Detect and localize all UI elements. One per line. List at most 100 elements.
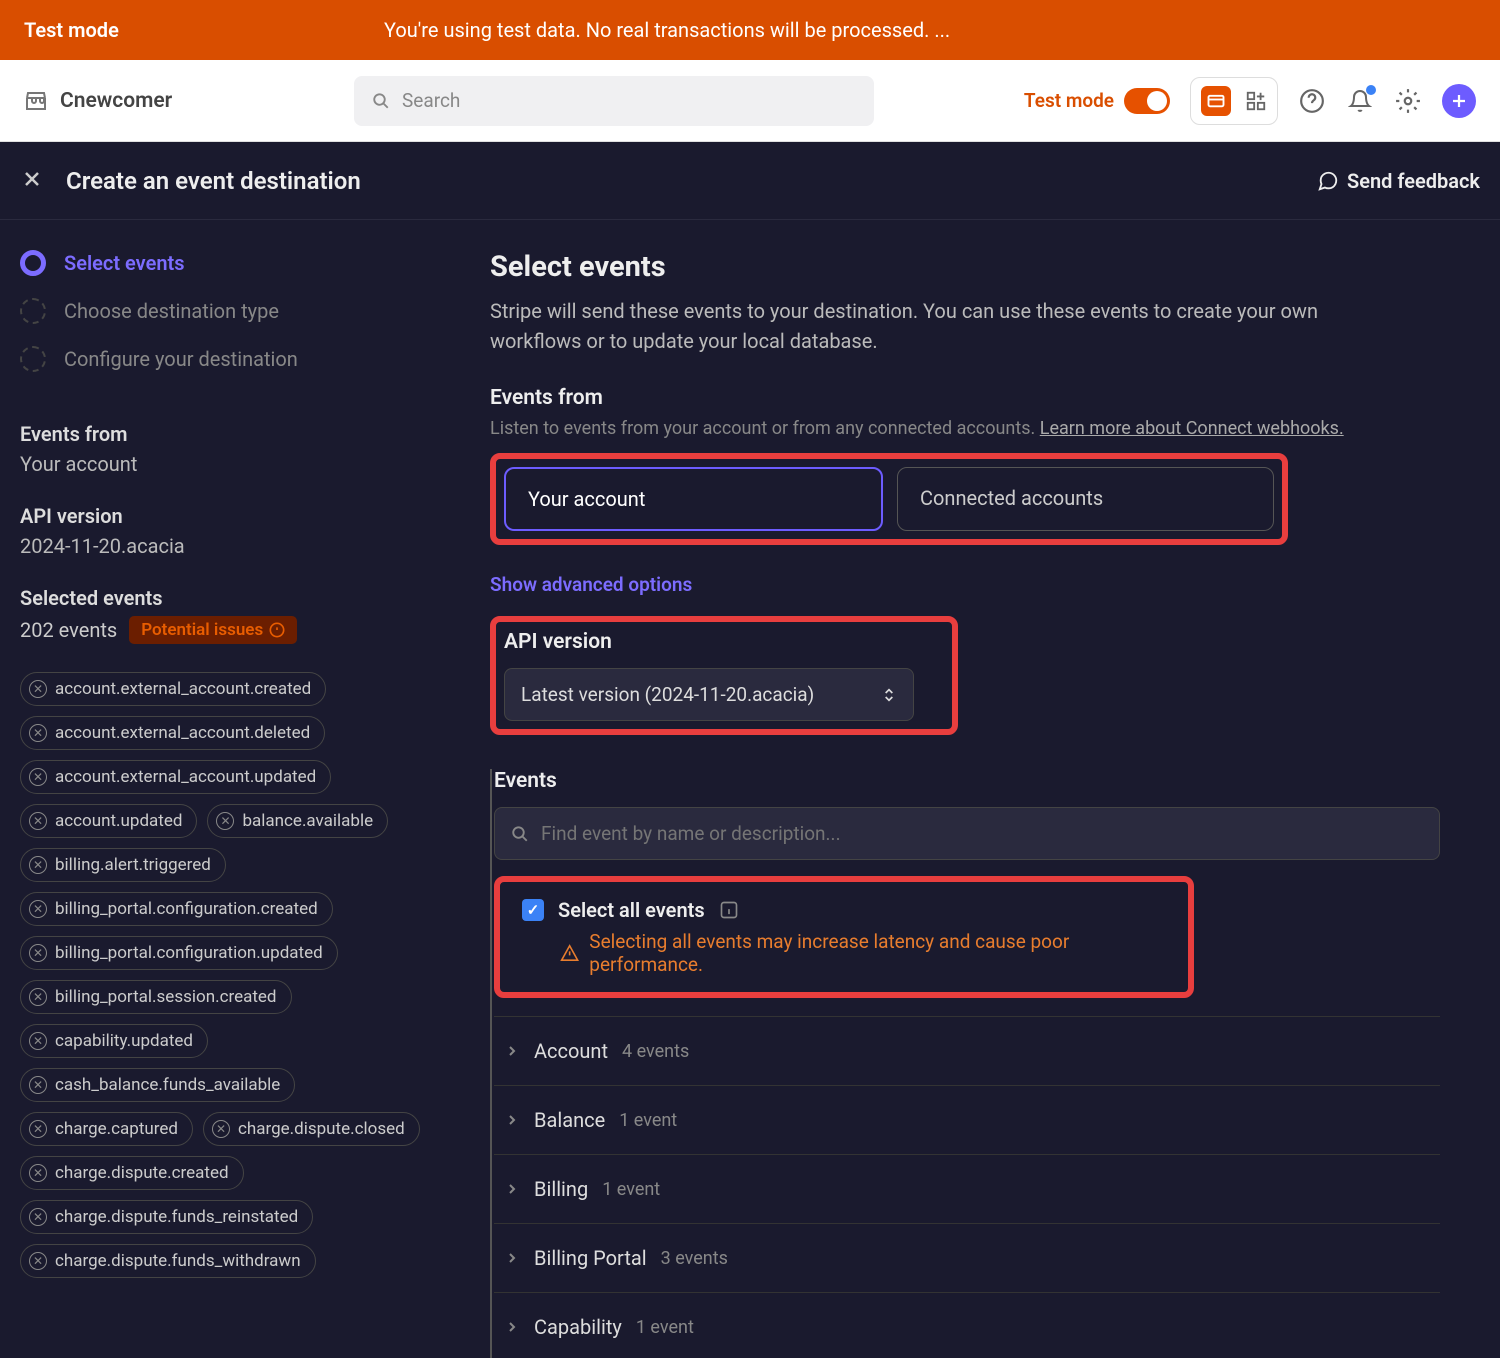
category-row[interactable]: Account 4 events: [494, 1016, 1440, 1086]
event-chip[interactable]: ✕ capability.updated: [20, 1024, 208, 1058]
category-row[interactable]: Capability1 event: [494, 1293, 1440, 1358]
chevron-right-icon: [504, 1043, 520, 1059]
summary-label: Selected events: [20, 586, 470, 610]
stepper: Select events Choose destination type Co…: [20, 250, 470, 372]
help-button[interactable]: [1298, 87, 1326, 115]
api-version-select[interactable]: Latest version (2024-11-20.acacia): [504, 668, 914, 721]
category-count: 3 events: [661, 1248, 728, 1269]
event-chip[interactable]: ✕billing_portal.configuration.created: [20, 892, 333, 926]
event-chip[interactable]: ✕ billing_portal.configuration.updated: [20, 936, 338, 970]
remove-chip-icon[interactable]: ✕: [29, 1120, 47, 1138]
banner-message: You're using test data. No real transact…: [384, 18, 950, 42]
events-section-label: Events: [494, 769, 1440, 793]
category-row[interactable]: Billing Portal3 events: [494, 1224, 1440, 1293]
notification-dot: [1366, 85, 1376, 95]
close-button[interactable]: [20, 167, 48, 195]
topbar: Cnewcomer Search Test mode: [0, 60, 1500, 142]
summary-selected-events: Selected events 202 events Potential iss…: [20, 586, 470, 644]
api-version-label: API version: [504, 630, 944, 654]
event-chip[interactable]: ✕charge.dispute.funds_withdrawn: [20, 1244, 316, 1278]
notifications-button[interactable]: [1346, 87, 1374, 115]
api-version-value: Latest version (2024-11-20.acacia): [521, 683, 814, 706]
highlight-api-version: API version Latest version (2024-11-20.a…: [490, 616, 958, 735]
banner-title: Test mode: [24, 18, 384, 42]
remove-chip-icon[interactable]: ✕: [216, 812, 234, 830]
event-chip[interactable]: ✕ cash_balance.funds_available: [20, 1068, 295, 1102]
card-icon: [1201, 86, 1231, 116]
step-select-events[interactable]: Select events: [20, 250, 470, 276]
feedback-label: Send feedback: [1347, 169, 1480, 193]
select-all-checkbox[interactable]: ✓: [522, 899, 544, 921]
plus-icon: [1450, 92, 1468, 110]
remove-chip-icon[interactable]: ✕: [29, 900, 47, 918]
updown-icon: [881, 687, 897, 703]
category-count: 1 event: [619, 1110, 677, 1131]
toggle-switch[interactable]: [1124, 88, 1170, 114]
remove-chip-icon[interactable]: ✕: [29, 1252, 47, 1270]
segment-connected-accounts[interactable]: Connected accounts: [897, 467, 1274, 531]
event-chip[interactable]: ✕charge.dispute.closed: [203, 1112, 420, 1146]
category-count: 1 event: [636, 1317, 694, 1338]
category-row[interactable]: Billing1 event: [494, 1155, 1440, 1224]
event-chip[interactable]: ✕charge.dispute.created: [20, 1156, 244, 1190]
view-switcher[interactable]: [1190, 77, 1278, 125]
remove-chip-icon[interactable]: ✕: [29, 856, 47, 874]
event-chip[interactable]: ✕account.updated: [20, 804, 197, 838]
event-chip[interactable]: ✕account.external_account.updated: [20, 760, 331, 794]
category-count: 4 events: [622, 1041, 689, 1062]
remove-chip-icon[interactable]: ✕: [29, 944, 47, 962]
testmode-toggle[interactable]: Test mode: [1024, 88, 1170, 114]
remove-chip-icon[interactable]: ✕: [29, 680, 47, 698]
event-chip[interactable]: ✕ balance.available: [207, 804, 388, 838]
search-icon: [511, 825, 529, 843]
main-heading: Select events: [490, 250, 1440, 284]
learn-more-link[interactable]: Learn more about Connect webhooks.: [1040, 418, 1344, 439]
remove-chip-icon[interactable]: ✕: [29, 1164, 47, 1182]
info-icon[interactable]: [719, 900, 739, 920]
step-label: Select events: [64, 251, 185, 275]
search-placeholder: Search: [402, 89, 460, 112]
send-feedback-button[interactable]: Send feedback: [1317, 169, 1480, 193]
show-advanced-link[interactable]: Show advanced options: [490, 573, 1440, 596]
chip-label: capability.updated: [55, 1031, 193, 1051]
remove-chip-icon[interactable]: ✕: [29, 724, 47, 742]
step-label: Choose destination type: [64, 299, 279, 323]
events-search[interactable]: [494, 807, 1440, 860]
help-icon: [1299, 88, 1325, 114]
event-chip[interactable]: ✕ charge.dispute.funds_reinstated: [20, 1200, 313, 1234]
settings-button[interactable]: [1394, 87, 1422, 115]
category-name: Billing: [534, 1177, 588, 1201]
chip-label: balance.available: [242, 811, 373, 831]
event-chip[interactable]: ✕billing_portal.session.created: [20, 980, 292, 1014]
remove-chip-icon[interactable]: ✕: [29, 1032, 47, 1050]
summary-value: 2024-11-20.acacia: [20, 534, 470, 558]
category-row[interactable]: Balance1 event: [494, 1086, 1440, 1155]
chevron-right-icon: [504, 1250, 520, 1266]
remove-chip-icon[interactable]: ✕: [212, 1120, 230, 1138]
event-chip[interactable]: ✕billing.alert.triggered: [20, 848, 226, 882]
chevron-right-icon: [504, 1112, 520, 1128]
remove-chip-icon[interactable]: ✕: [29, 1076, 47, 1094]
chip-label: cash_balance.funds_available: [55, 1075, 280, 1095]
remove-chip-icon[interactable]: ✕: [29, 1208, 47, 1226]
event-chip[interactable]: ✕account.external_account.created: [20, 672, 326, 706]
event-chip[interactable]: ✕charge.captured: [20, 1112, 193, 1146]
badge-label: Potential issues: [141, 620, 263, 640]
category-name: Account: [534, 1039, 608, 1063]
org-selector[interactable]: Cnewcomer: [24, 89, 334, 113]
step-circle-icon: [20, 298, 46, 324]
events-search-input[interactable]: [541, 822, 1423, 845]
summary-value: Your account: [20, 452, 470, 476]
global-search[interactable]: Search: [354, 76, 874, 126]
create-button[interactable]: [1442, 84, 1476, 118]
remove-chip-icon[interactable]: ✕: [29, 768, 47, 786]
chip-label: charge.dispute.funds_reinstated: [55, 1207, 298, 1227]
event-chip[interactable]: ✕account.external_account.deleted: [20, 716, 325, 750]
segment-your-account[interactable]: Your account: [504, 467, 883, 531]
issues-badge[interactable]: Potential issues: [129, 616, 297, 644]
chip-label: billing_portal.configuration.updated: [55, 943, 323, 963]
remove-chip-icon[interactable]: ✕: [29, 988, 47, 1006]
event-categories: Account4 eventsBalance1 eventBilling1 ev…: [494, 1016, 1440, 1358]
page-title: Create an event destination: [66, 167, 1317, 195]
remove-chip-icon[interactable]: ✕: [29, 812, 47, 830]
